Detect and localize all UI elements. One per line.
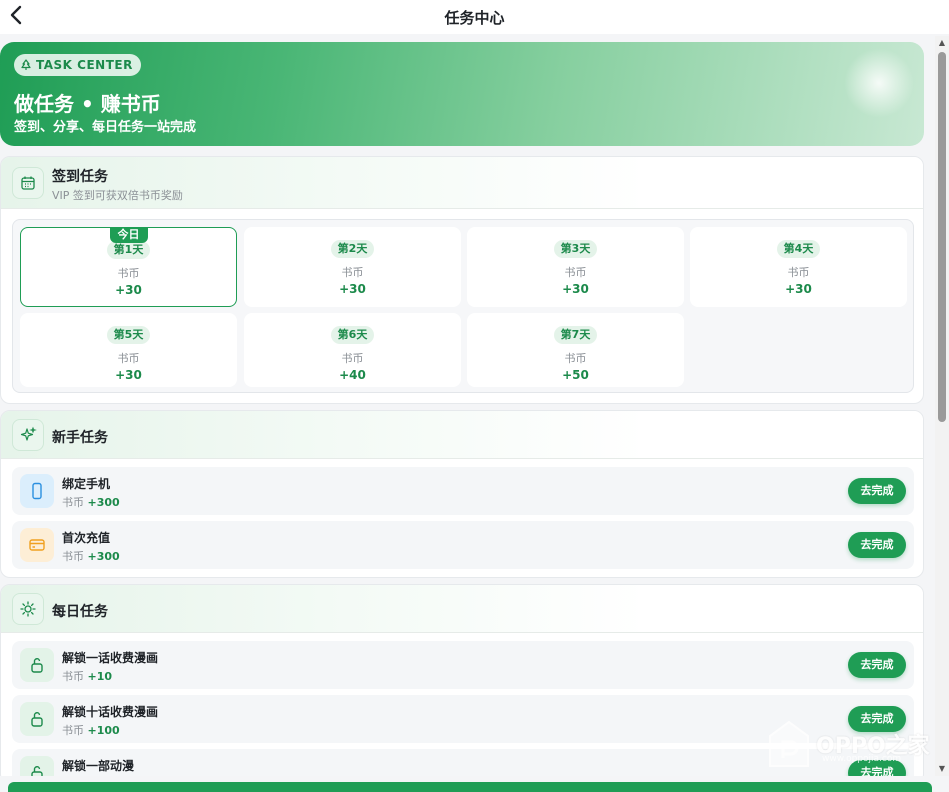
- main-scroll-area[interactable]: TASK CENTER 做任务 • 赚书币 签到、分享、每日任务一站完成 签到任…: [0, 36, 934, 776]
- day-reward: +30: [339, 282, 366, 296]
- hero-glow: [844, 48, 914, 118]
- back-arrow-icon[interactable]: [6, 4, 28, 26]
- signin-day-2[interactable]: 第2天 书币 +30: [244, 227, 461, 307]
- day-unit: 书币: [564, 266, 587, 279]
- task-name: 首次充值: [62, 531, 111, 545]
- task-row-unlock-one: 解锁一话收费漫画 书币 +10 去完成: [12, 641, 914, 689]
- day-label: 第5天: [106, 326, 151, 344]
- day-label: 第3天: [553, 240, 598, 258]
- signin-day-6[interactable]: 第6天 书币 +40: [244, 313, 461, 387]
- day-unit: 书币: [341, 266, 364, 279]
- day-reward: +30: [785, 282, 812, 296]
- scroll-thumb[interactable]: [938, 52, 946, 422]
- vertical-scrollbar[interactable]: ▲ ▼: [935, 36, 949, 776]
- day-reward: +30: [115, 283, 142, 297]
- day-unit: 书币: [787, 266, 810, 279]
- signin-subtitle: VIP 签到可获双倍书币奖励: [52, 189, 183, 202]
- signin-day-4[interactable]: 第4天 书币 +30: [690, 227, 907, 307]
- signin-day-1[interactable]: 今日 第1天 书币 +30: [20, 227, 237, 307]
- day-unit: 书币: [117, 352, 140, 365]
- signin-day-7[interactable]: 第7天 书币 +50: [467, 313, 684, 387]
- calendar-icon: [12, 167, 44, 199]
- house-logo-icon: [769, 720, 809, 767]
- today-tag: 今日: [109, 227, 148, 243]
- task-name: 绑定手机: [62, 477, 111, 491]
- task-reward: 书币 +100: [62, 724, 120, 737]
- day-reward: +50: [562, 368, 589, 382]
- day-reward: +40: [339, 368, 366, 382]
- task-reward: 书币 +300: [62, 550, 120, 563]
- task-row-bind-phone: 绑定手机 书币 +300 去完成: [12, 467, 914, 515]
- newbie-card-header: 新手任务: [1, 411, 923, 459]
- task-name: 解锁十话收费漫画: [62, 705, 159, 719]
- task-name: 解锁一部动漫: [62, 759, 135, 773]
- daily-card-header: 每日任务: [1, 585, 923, 633]
- signin-card-header: 签到任务 VIP 签到可获双倍书币奖励: [1, 157, 923, 209]
- daily-title: 每日任务: [52, 604, 108, 620]
- signin-day-5[interactable]: 第5天 书币 +30: [20, 313, 237, 387]
- sun-icon: [12, 593, 44, 625]
- day-reward: +30: [562, 282, 589, 296]
- unlock-icon: [20, 648, 54, 682]
- page-title: 任务中心: [444, 8, 505, 27]
- sparkle-icon: [12, 419, 44, 451]
- go-complete-button[interactable]: 去完成: [848, 532, 906, 558]
- day-label: 第6天: [330, 326, 375, 344]
- bottom-action-bar[interactable]: [8, 782, 932, 792]
- day-label: 第7天: [553, 326, 598, 344]
- phone-icon: [20, 474, 54, 508]
- hero-title: 做任务 • 赚书币: [14, 92, 161, 116]
- signin-card: 签到任务 VIP 签到可获双倍书币奖励 今日 第1天 书币 +30 第2天 书币…: [0, 156, 924, 404]
- signin-title: 签到任务: [52, 169, 108, 185]
- day-label: 第4天: [776, 240, 821, 258]
- card-icon: [20, 528, 54, 562]
- day-label: 第1天: [106, 241, 151, 259]
- newbie-task-card: 新手任务 绑定手机 书币 +300 去完成 首次充值 书币 +300 去完成: [0, 410, 924, 578]
- unlock-icon: [20, 702, 54, 736]
- day-label: 第2天: [330, 240, 375, 258]
- task-reward: 书币 +300: [62, 496, 120, 509]
- task-reward: 书币 +10: [62, 670, 113, 683]
- scroll-up-arrow-icon[interactable]: ▲: [937, 38, 947, 48]
- task-name: 解锁一话收费漫画: [62, 651, 159, 665]
- unlock-icon: [20, 756, 54, 776]
- go-complete-button[interactable]: 去完成: [848, 478, 906, 504]
- watermark-url: www.oppojia.com: [822, 754, 902, 764]
- day-unit: 书币: [564, 352, 587, 365]
- signin-day-3[interactable]: 第3天 书币 +30: [467, 227, 684, 307]
- signin-grid: 今日 第1天 书币 +30 第2天 书币 +30 第3天 书币 +30 第4天 …: [12, 219, 914, 393]
- hero-banner: TASK CENTER 做任务 • 赚书币 签到、分享、每日任务一站完成: [0, 42, 924, 146]
- newbie-title: 新手任务: [52, 430, 108, 446]
- task-row-first-recharge: 首次充值 书币 +300 去完成: [12, 521, 914, 569]
- hero-badge-text: TASK CENTER: [36, 58, 133, 72]
- go-complete-button[interactable]: 去完成: [848, 652, 906, 678]
- day-unit: 书币: [341, 352, 364, 365]
- hero-badge: TASK CENTER: [14, 54, 141, 76]
- watermark: OPPO之家 www.oppojia.com: [768, 720, 930, 768]
- hero-subtitle: 签到、分享、每日任务一站完成: [14, 120, 197, 135]
- day-reward: +30: [115, 368, 142, 382]
- top-bar: 任务中心: [0, 0, 949, 34]
- day-unit: 书币: [117, 267, 140, 280]
- scroll-down-arrow-icon[interactable]: ▼: [937, 764, 947, 774]
- tree-icon: [21, 59, 31, 70]
